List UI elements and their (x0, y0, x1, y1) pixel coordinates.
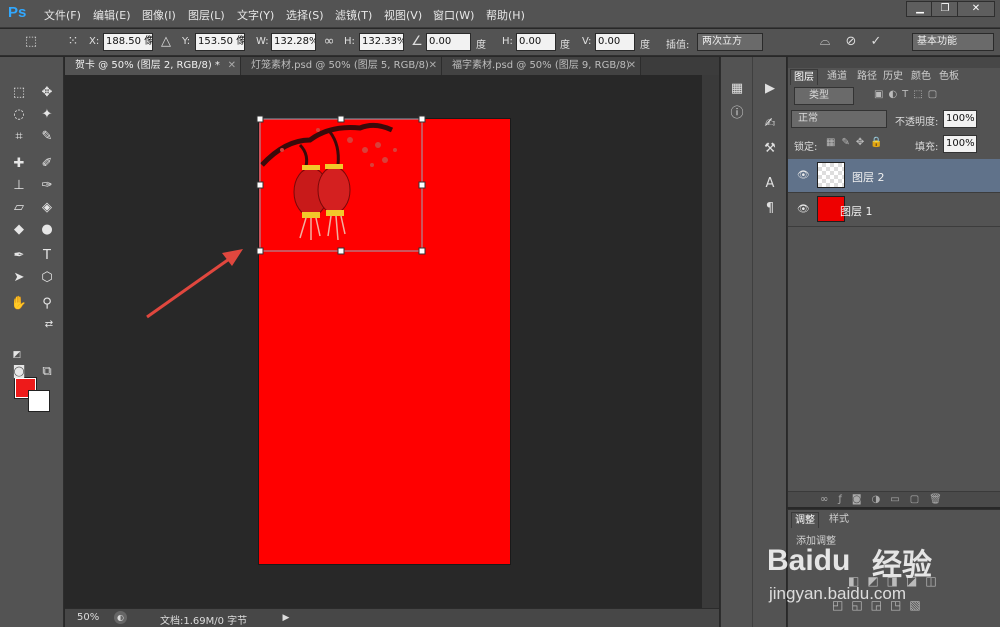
transform-handle (418, 115, 426, 123)
watermark-brand-cn: 经验 (872, 548, 932, 583)
opacity-input[interactable]: 100% (943, 110, 977, 128)
annotation-arrow (146, 249, 243, 319)
opacity-label: 不透明度: (895, 117, 939, 128)
layer-row[interactable]: 👁 图层 2 (788, 159, 1000, 193)
layer-actions-bar[interactable]: ∞ƒ◙◑▭▢🗑 (788, 491, 1000, 507)
collapsed-panel-strip: ▦ ⓘ (720, 57, 752, 627)
actions-play-icon[interactable]: ▶ (760, 79, 780, 99)
brush-preset-icon[interactable]: ✍ (760, 114, 780, 134)
layer-filter-select[interactable]: 类型 (794, 87, 854, 105)
lantern-artwork (260, 122, 397, 241)
transform-handle (418, 181, 426, 189)
tool-preset-icon[interactable]: ⚒ (760, 139, 780, 159)
lock-icons[interactable]: ▦✎✥🔒 (826, 137, 889, 148)
layer-name: 图层 1 (840, 205, 873, 218)
tab-paths[interactable]: 路径 (854, 69, 880, 85)
layer-thumbnail (817, 162, 845, 188)
transform-handle (256, 181, 264, 189)
filter-icons[interactable]: ▣◐T⬚▢ (874, 89, 942, 100)
layers-panel: 图层 通道 路径 历史 颜色 色板 类型 ▣◐T⬚▢ 正常 不透明度: 100%… (787, 57, 1000, 507)
fill-input[interactable]: 100% (943, 135, 977, 153)
transform-handle (337, 247, 345, 255)
layer-row[interactable]: 👁 图层 1 (788, 193, 1000, 227)
tab-layers[interactable]: 图层 (790, 69, 818, 85)
tab-channels[interactable]: 通道 (824, 69, 850, 85)
baidu-watermark: Baidu 经验 jingyan.baidu.com (757, 516, 997, 616)
status-menu-arrow-icon[interactable]: ▶ (279, 610, 293, 626)
tab-color[interactable]: 颜色 (908, 69, 934, 85)
lock-label: 锁定: (794, 142, 818, 153)
tab-swatches[interactable]: 色板 (936, 69, 962, 85)
panel-header-strip (788, 57, 1000, 68)
transform-handle (256, 115, 264, 123)
visibility-eye-icon[interactable]: 👁 (797, 204, 810, 215)
status-bar: 50% ◐ 文档:1.69M/0 字节 ▶ (65, 608, 719, 627)
info-icon[interactable]: ⓘ (727, 104, 747, 124)
paragraph-panel-icon[interactable]: ¶ (760, 199, 780, 219)
watermark-brand: Baidu (767, 544, 851, 577)
histogram-icon[interactable]: ▦ (727, 79, 747, 99)
character-panel-icon[interactable]: A (760, 174, 780, 194)
layer-name: 图层 2 (852, 171, 885, 184)
watermark-url: jingyan.baidu.com (769, 584, 907, 603)
transform-handle (418, 247, 426, 255)
zoom-level[interactable]: 50% (77, 612, 99, 623)
transform-handle (256, 247, 264, 255)
fill-label: 填充: (915, 142, 939, 153)
document-size: 文档:1.69M/0 字节 (160, 616, 248, 627)
filter-kind: 类型 (809, 90, 829, 101)
tab-history[interactable]: 历史 (880, 69, 906, 85)
blend-mode-select[interactable]: 正常 (791, 110, 887, 128)
visibility-eye-icon[interactable]: 👁 (797, 170, 810, 181)
status-info-icon[interactable]: ◐ (114, 611, 127, 624)
transform-handle (337, 115, 345, 123)
